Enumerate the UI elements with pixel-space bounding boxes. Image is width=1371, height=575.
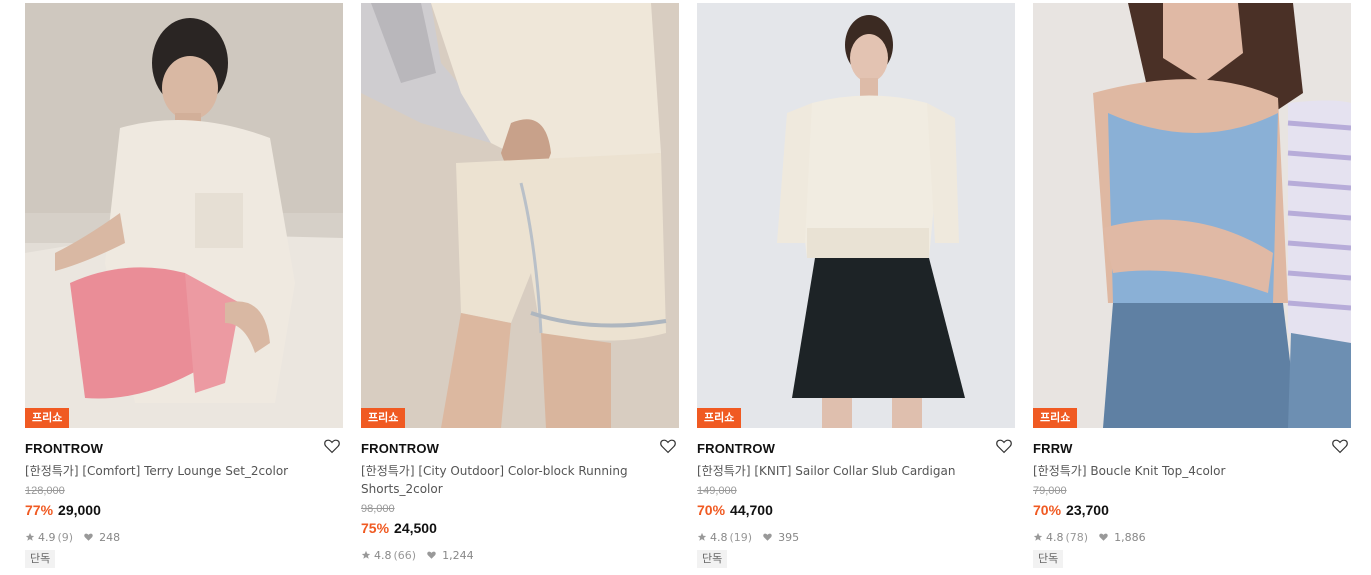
exclusive-tag: 단독 (697, 550, 728, 568)
likes-heart-icon (427, 551, 436, 559)
product-title[interactable]: [한정특가] [City Outdoor] Color-block Runnin… (361, 462, 631, 498)
likes-count: 1,886 (1114, 530, 1146, 544)
likes-heart-icon (1099, 533, 1108, 541)
preshow-badge: 프리쇼 (697, 408, 742, 428)
product-card[interactable]: 프리쇼 FRONTROW [한정특가] [KNIT] Sailor Collar… (697, 0, 1015, 568)
price-row: 75% 24,500 (361, 520, 679, 538)
product-meta: 4.9 (9) 248 (25, 530, 343, 544)
product-meta: 4.8 (19) 395 (697, 530, 1015, 544)
product-image[interactable]: 프리쇼 (361, 3, 679, 428)
star-icon (1033, 532, 1043, 541)
discount-rate: 75% (361, 520, 390, 536)
original-price: 79,000 (1033, 485, 1067, 497)
likes-heart-icon (84, 533, 93, 541)
review-count: (9) (57, 530, 74, 544)
product-image[interactable]: 프리쇼 (25, 3, 343, 428)
likes-count: 248 (99, 530, 121, 544)
sale-price: 23,700 (1066, 502, 1109, 518)
price-row: 77% 29,000 (25, 502, 343, 520)
price-row: 70% 23,700 (1033, 502, 1351, 520)
likes-heart-icon (763, 533, 772, 541)
sale-price: 24,500 (394, 520, 437, 536)
rating-value: 4.8 (1046, 530, 1064, 544)
product-meta: 4.8 (66) 1,244 (361, 548, 679, 562)
review-count: (78) (1065, 530, 1089, 544)
rating-value: 4.9 (38, 530, 56, 544)
product-card[interactable]: 프리쇼 FRONTROW [한정특가] [City Outdoor] Color… (361, 0, 679, 562)
star-icon (361, 550, 371, 559)
price-row: 70% 44,700 (697, 502, 1015, 520)
brand-name[interactable]: FRONTROW (361, 441, 439, 456)
product-title[interactable]: [한정특가] [Comfort] Terry Lounge Set_2color (25, 462, 295, 480)
wishlist-heart-icon[interactable] (995, 437, 1013, 455)
discount-rate: 77% (25, 502, 54, 518)
product-card[interactable]: 프리쇼 FRONTROW [한정특가] [Comfort] Terry Loun… (25, 0, 343, 568)
preshow-badge: 프리쇼 (1033, 408, 1078, 428)
product-title[interactable]: [한정특가] [KNIT] Sailor Collar Slub Cardiga… (697, 462, 967, 480)
discount-rate: 70% (697, 502, 726, 518)
exclusive-tag: 단독 (1033, 550, 1064, 568)
rating-value: 4.8 (374, 548, 392, 562)
rating-value: 4.8 (710, 530, 728, 544)
product-image[interactable]: 프리쇼 (697, 3, 1015, 428)
product-grid: 프리쇼 FRONTROW [한정특가] [Comfort] Terry Loun… (0, 0, 1371, 575)
product-image[interactable]: 프리쇼 (1033, 3, 1351, 428)
review-count: (19) (729, 530, 753, 544)
exclusive-tag: 단독 (25, 550, 56, 568)
preshow-badge: 프리쇼 (361, 408, 406, 428)
wishlist-heart-icon[interactable] (323, 437, 341, 455)
original-price: 98,000 (361, 503, 395, 515)
likes-count: 395 (778, 530, 800, 544)
original-price: 128,000 (25, 485, 65, 497)
product-card[interactable]: 프리쇼 FRRW [한정특가] Boucle Knit Top_4color 7… (1033, 0, 1351, 568)
review-count: (66) (393, 548, 417, 562)
sale-price: 29,000 (58, 502, 101, 518)
likes-count: 1,244 (442, 548, 474, 562)
star-icon (25, 532, 35, 541)
product-meta: 4.8 (78) 1,886 (1033, 530, 1351, 544)
preshow-badge: 프리쇼 (25, 408, 70, 428)
star-icon (697, 532, 707, 541)
discount-rate: 70% (1033, 502, 1062, 518)
brand-name[interactable]: FRONTROW (697, 441, 775, 456)
wishlist-heart-icon[interactable] (1331, 437, 1349, 455)
brand-name[interactable]: FRONTROW (25, 441, 103, 456)
brand-name[interactable]: FRRW (1033, 441, 1073, 456)
wishlist-heart-icon[interactable] (659, 437, 677, 455)
sale-price: 44,700 (730, 502, 773, 518)
original-price: 149,000 (697, 485, 737, 497)
product-title[interactable]: [한정특가] Boucle Knit Top_4color (1033, 462, 1303, 480)
